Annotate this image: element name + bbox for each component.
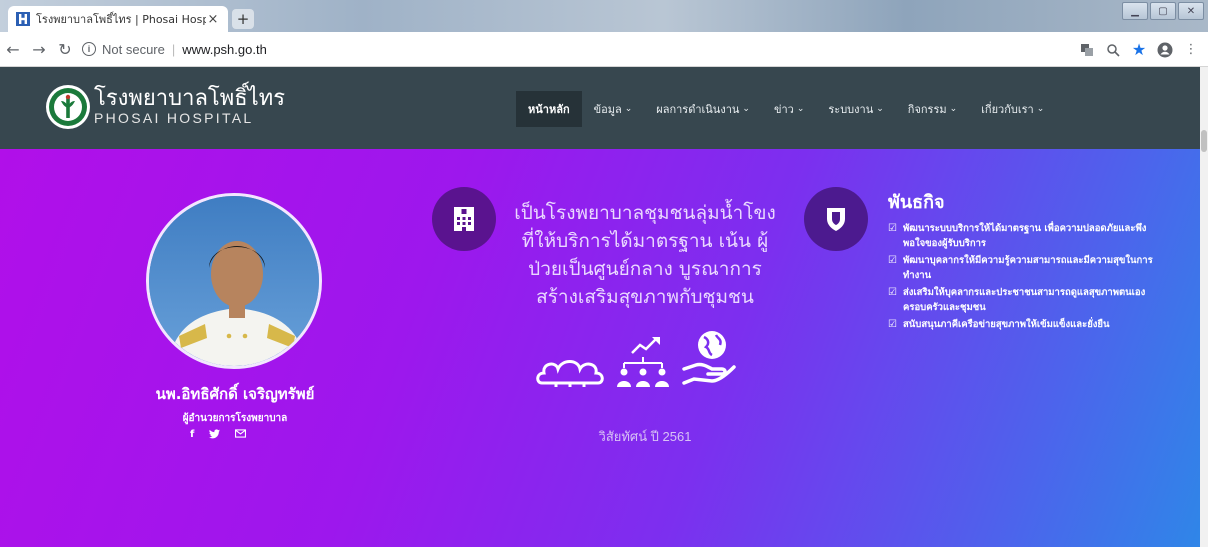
nav-systems[interactable]: ระบบงาน ⌄ [816, 91, 895, 127]
nav-home[interactable]: หน้าหลัก [516, 91, 582, 127]
browser-tab[interactable]: โรงพยาบาลโพธิ์ไทร | Phosai Hospit × [8, 6, 228, 32]
checkbox-checked-icon: ☑ [888, 223, 897, 234]
not-secure-label: Not secure [102, 41, 165, 57]
site-header: โรงพยาบาลโพธิ์ไทร PHOSAI HOSPITAL หน้าหล… [0, 67, 1208, 149]
mission-heading: พันธกิจ [888, 192, 945, 213]
toolbar-actions: ★ ⋮ [1078, 32, 1200, 67]
mission-text: ส่งเสริมให้บุคลากรและประชาชนสามารถดูแลสุ… [903, 287, 1146, 313]
zoom-icon[interactable] [1104, 41, 1122, 59]
list-item: ☑ พัฒนาบุคลากรให้มีความรู้ความสามารถและมี… [888, 253, 1158, 283]
logo-thai-name: โรงพยาบาลโพธิ์ไทร [94, 86, 286, 111]
director-title: ผู้อำนวยการโรงพยาบาล [182, 413, 288, 424]
mission-text: พัฒนาบุคลากรให้มีความรู้ความสามารถและมีค… [903, 255, 1153, 281]
vision-illustration [536, 329, 736, 391]
list-item: ☑ ส่งเสริมให้บุคลากรและประชาชนสามารถดูแลส… [888, 285, 1158, 315]
chevron-down-icon: ⌄ [876, 104, 884, 114]
menu-dots-icon[interactable]: ⋮ [1182, 41, 1200, 59]
nav-label: ข่าว [773, 103, 794, 116]
globe-in-hand-icon [682, 329, 736, 391]
minimize-icon[interactable]: ▁ [1122, 2, 1148, 20]
bookmark-star-icon[interactable]: ★ [1130, 40, 1148, 59]
mission-list: ☑ พัฒนาระบบบริการให้ได้มาตรฐาน เพื่อความป… [888, 221, 1158, 334]
chevron-down-icon: ⌄ [742, 104, 750, 114]
chevron-down-icon: ⌄ [1036, 104, 1045, 114]
browser-toolbar: ← → ↻ i Not secure | www.psh.go.th ★ ⋮ [0, 32, 1208, 67]
nav-label: ระบบงาน [828, 103, 874, 116]
maximize-icon[interactable]: ▢ [1150, 2, 1176, 20]
account-icon[interactable] [1156, 41, 1174, 59]
reload-icon[interactable]: ↻ [52, 36, 78, 62]
nav-label: กิจกรรม [907, 103, 947, 116]
hero-section: นพ.อิทธิศักดิ์ เจริญทรัพย์ ผู้อำนวยการโร… [0, 149, 1200, 547]
chevron-down-icon: ⌄ [624, 104, 633, 114]
facebook-icon[interactable]: f [190, 429, 194, 442]
url-text[interactable]: www.psh.go.th [182, 42, 267, 57]
vision-year: วิสัยทัศน์ ปี 2561 [598, 429, 692, 444]
main-nav: หน้าหลัก ข้อมูล ⌄ ผลการดำเนินงาน ⌄ ข่าว ⌄ ร… [516, 91, 1056, 127]
logo-english-name: PHOSAI HOSPITAL [94, 110, 254, 126]
vision-statement: เป็นโรงพยาบาลชุมชนลุ่มน้ำโขง ที่ให้บริกา… [514, 202, 776, 308]
new-tab-button[interactable]: + [232, 9, 254, 29]
nav-label: ผลการดำเนินงาน [656, 103, 740, 116]
chevron-down-icon: ⌄ [796, 104, 805, 114]
nav-label: ข้อมูล [593, 103, 622, 116]
address-bar[interactable]: i Not secure | www.psh.go.th [82, 42, 267, 57]
info-icon[interactable]: i [82, 42, 96, 56]
chevron-down-icon: ⌄ [949, 104, 958, 114]
forward-arrow-icon[interactable]: → [26, 36, 52, 62]
director-photo [146, 193, 322, 369]
ministry-emblem-icon [46, 85, 90, 129]
nav-activities[interactable]: กิจกรรม ⌄ [896, 91, 969, 127]
nav-label: หน้าหลัก [528, 103, 570, 116]
mission-text: สนับสนุนภาคีเครือข่ายสุขภาพให้เข้มแข็งแล… [903, 319, 1110, 330]
team-growth-icon [616, 335, 670, 391]
back-arrow-icon[interactable]: ← [0, 36, 26, 62]
director-name: นพ.อิทธิศักดิ์ เจริญทรัพย์ [155, 385, 315, 403]
translate-icon[interactable] [1078, 41, 1096, 59]
social-links: f [190, 429, 247, 442]
checkbox-checked-icon: ☑ [888, 319, 897, 330]
nav-about[interactable]: เกี่ยวกับเรา ⌄ [969, 91, 1056, 127]
scrollbar-thumb[interactable] [1201, 130, 1207, 152]
checkbox-checked-icon: ☑ [888, 287, 897, 298]
hospital-building-icon [432, 187, 496, 251]
tab-close-icon[interactable]: × [206, 12, 220, 27]
browser-tabstrip: โรงพยาบาลโพธิ์ไทร | Phosai Hospit × + ▁ … [0, 0, 1208, 32]
list-item: ☑ สนับสนุนภาคีเครือข่ายสุขภาพให้เข้มแข็งแ… [888, 317, 1158, 332]
tab-title: โรงพยาบาลโพธิ์ไทร | Phosai Hospit [36, 13, 206, 26]
community-network-icon [536, 347, 604, 391]
nav-performance[interactable]: ผลการดำเนินงาน ⌄ [644, 91, 762, 127]
list-item: ☑ พัฒนาระบบบริการให้ได้มาตรฐาน เพื่อความป… [888, 221, 1158, 251]
nav-label: เกี่ยวกับเรา [981, 103, 1034, 116]
checkbox-checked-icon: ☑ [888, 255, 897, 266]
hospital-favicon-icon [16, 12, 30, 26]
twitter-icon[interactable] [209, 429, 221, 442]
window-controls: ▁ ▢ ✕ [1122, 2, 1204, 20]
nav-info[interactable]: ข้อมูล ⌄ [582, 91, 645, 127]
page-scrollbar[interactable] [1200, 67, 1208, 547]
url-separator: | [171, 41, 176, 57]
email-icon[interactable] [235, 429, 247, 442]
mission-text: พัฒนาระบบบริการให้ได้มาตรฐาน เพื่อความปล… [903, 223, 1147, 249]
nav-news[interactable]: ข่าว ⌄ [762, 91, 816, 127]
site-logo[interactable]: โรงพยาบาลโพธิ์ไทร PHOSAI HOSPITAL [46, 85, 285, 129]
close-window-icon[interactable]: ✕ [1178, 2, 1204, 20]
shield-icon [804, 187, 868, 251]
